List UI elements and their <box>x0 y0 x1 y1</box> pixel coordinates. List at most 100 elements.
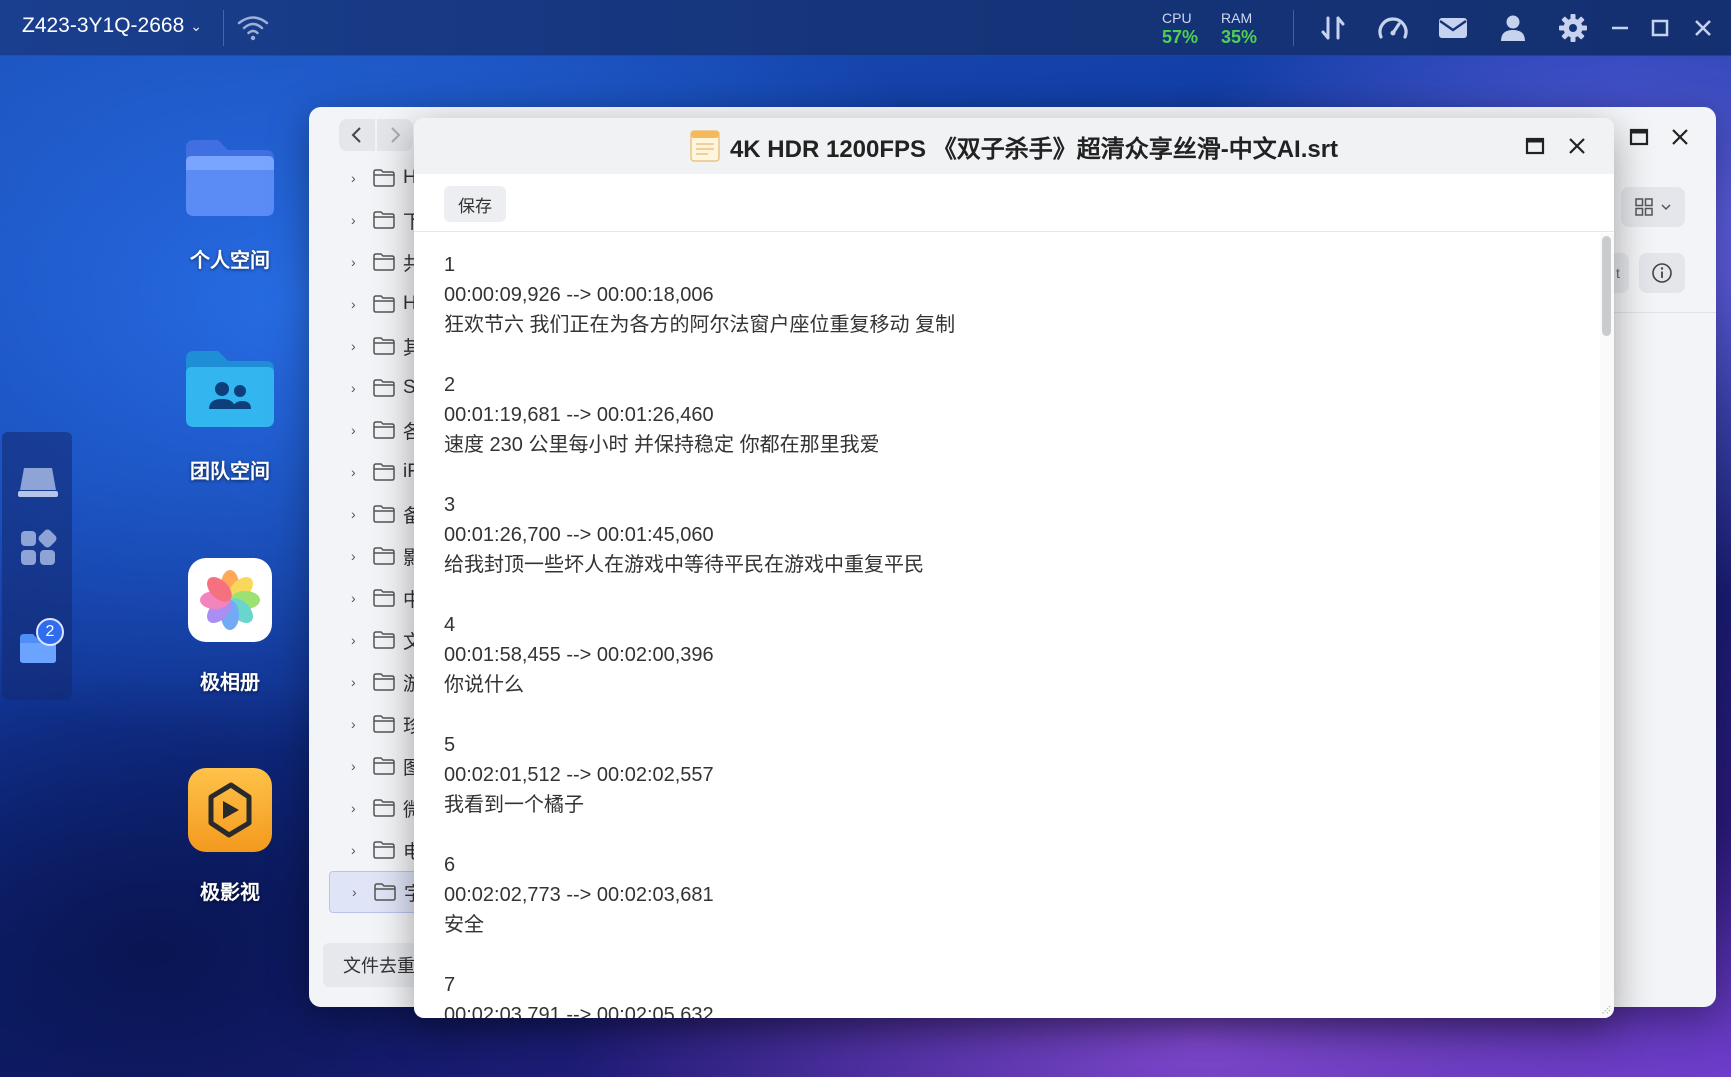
chevron-right-icon: › <box>351 548 356 564</box>
folder-icon <box>373 673 395 691</box>
folder-icon <box>373 547 395 565</box>
text-file-icon <box>690 130 720 162</box>
transfer-icon[interactable] <box>1316 12 1350 44</box>
subtitle-timecode: 00:02:03,791 --> 00:02:05,632 <box>444 1004 714 1018</box>
chevron-right-icon <box>391 127 401 143</box>
speedometer-icon[interactable] <box>1376 12 1410 44</box>
subtitle-text: 速度 230 公里每小时 并保持稳定 你都在那里我爱 <box>444 434 880 456</box>
info-icon <box>1652 263 1672 283</box>
chevron-right-icon: › <box>351 464 356 480</box>
close-icon[interactable] <box>1560 130 1594 162</box>
desktop-app-video[interactable]: 极影视 <box>170 762 290 905</box>
subtitle-index: 7 <box>444 974 456 996</box>
close-icon[interactable] <box>1664 121 1696 153</box>
ram-value: 35% <box>1221 27 1258 47</box>
forward-button[interactable] <box>377 119 413 151</box>
subtitle-timecode: 00:01:58,455 --> 00:02:00,396 <box>444 644 714 666</box>
mail-icon[interactable] <box>1436 12 1470 44</box>
subtitle-index: 4 <box>444 614 456 636</box>
chevron-right-icon: › <box>351 842 356 858</box>
desktop-app-label: 极影视 <box>200 882 260 904</box>
maximize-icon[interactable] <box>1643 12 1677 44</box>
editor-title: 4K HDR 1200FPS 《双子杀手》超清众享丝滑-中文AI.srt <box>729 135 1339 163</box>
subtitle-text: 我看到一个橘子 <box>444 794 584 816</box>
chevron-right-icon: › <box>351 758 356 774</box>
folder-icon <box>373 715 395 733</box>
folder-icon <box>373 421 395 439</box>
side-dock: 2 <box>2 432 72 700</box>
folder-icon <box>373 589 395 607</box>
info-button[interactable] <box>1639 253 1685 293</box>
desktop-app-personal-space[interactable]: 个人空间 <box>170 130 290 273</box>
maximize-icon[interactable] <box>1623 121 1655 153</box>
scrollbar-track[interactable] <box>1600 233 1614 1018</box>
subtitle-timecode: 00:01:26,700 --> 00:01:45,060 <box>444 524 714 546</box>
user-icon[interactable] <box>1496 12 1530 44</box>
apps-grid-icon[interactable] <box>16 526 60 570</box>
desktop-app-team-space[interactable]: 团队空间 <box>170 341 290 484</box>
chevron-right-icon: › <box>351 632 356 648</box>
chevron-down-icon: ⌄ <box>190 17 203 34</box>
cpu-stat: CPU 57% <box>1162 10 1198 48</box>
subtitle-index: 1 <box>444 254 456 276</box>
save-button[interactable]: 保存 <box>444 186 506 222</box>
chevron-right-icon: › <box>351 170 356 186</box>
folder-icon <box>373 337 395 355</box>
photos-icon <box>182 552 278 648</box>
grid-view-icon <box>1635 198 1653 216</box>
view-mode-button[interactable] <box>1621 187 1685 227</box>
subtitle-text: 你说什么 <box>444 674 524 696</box>
folder-icon <box>182 130 278 226</box>
editor-text-area[interactable]: 1 00:00:09,926 --> 00:00:18,006 狂欢节六 我们正… <box>414 233 1602 1018</box>
chevron-right-icon: › <box>351 716 356 732</box>
cpu-label: CPU <box>1162 10 1192 26</box>
close-icon[interactable] <box>1686 12 1720 44</box>
folder-icon <box>373 799 395 817</box>
maximize-icon[interactable] <box>1518 130 1552 162</box>
subtitle-index: 6 <box>444 854 456 876</box>
chevron-right-icon: › <box>351 800 356 816</box>
desktop-app-photos[interactable]: 极相册 <box>170 552 290 695</box>
chevron-left-icon <box>351 127 361 143</box>
subtitle-index: 2 <box>444 374 456 396</box>
resize-grip-icon[interactable] <box>1598 1002 1612 1016</box>
subtitle-timecode: 00:02:01,512 --> 00:02:02,557 <box>444 764 714 786</box>
chevron-right-icon: › <box>352 884 357 900</box>
folder-icon <box>373 505 395 523</box>
top-bar: Z423-3Y1Q-2668 ⌄ CPU 57% RAM 35% <box>0 0 1731 56</box>
folder-icon <box>373 211 395 229</box>
subtitle-text: 安全 <box>444 914 484 936</box>
folder-icon <box>374 883 396 901</box>
gear-icon[interactable] <box>1556 12 1590 44</box>
device-name: Z423-3Y1Q-2668 <box>22 14 185 37</box>
folder-icon <box>373 841 395 859</box>
folder-icon <box>373 295 395 313</box>
wifi-icon[interactable] <box>236 14 270 42</box>
back-button[interactable] <box>339 119 375 151</box>
video-icon <box>182 762 278 858</box>
chevron-right-icon: › <box>351 338 356 354</box>
folder-icon <box>373 631 395 649</box>
desktop-app-label: 极相册 <box>200 672 260 694</box>
divider <box>1605 312 1716 313</box>
text-editor-window: 4K HDR 1200FPS 《双子杀手》超清众享丝滑-中文AI.srt 保存 … <box>414 118 1614 1018</box>
minimize-icon[interactable] <box>1603 12 1637 44</box>
divider <box>223 10 224 46</box>
chevron-right-icon: › <box>351 254 356 270</box>
desktop-icon[interactable] <box>16 460 60 504</box>
subtitle-timecode: 00:01:19,681 --> 00:01:26,460 <box>444 404 714 426</box>
chevron-right-icon: › <box>351 296 356 312</box>
subtitle-timecode: 00:00:09,926 --> 00:00:18,006 <box>444 284 714 306</box>
folder-icon <box>373 379 395 397</box>
chevron-right-icon: › <box>351 380 356 396</box>
subtitle-index: 3 <box>444 494 456 516</box>
team-folder-icon <box>182 341 278 437</box>
chevron-right-icon: › <box>351 674 356 690</box>
folder-icon[interactable]: 2 <box>16 618 64 670</box>
subtitle-text: 给我封顶一些坏人在游戏中等待平民在游戏中重复平民 <box>444 554 924 576</box>
subtitle-index: 5 <box>444 734 456 756</box>
device-selector[interactable]: Z423-3Y1Q-2668 ⌄ <box>22 14 202 38</box>
divider <box>1293 10 1294 46</box>
scrollbar-thumb[interactable] <box>1602 236 1611 336</box>
folder-icon <box>373 463 395 481</box>
